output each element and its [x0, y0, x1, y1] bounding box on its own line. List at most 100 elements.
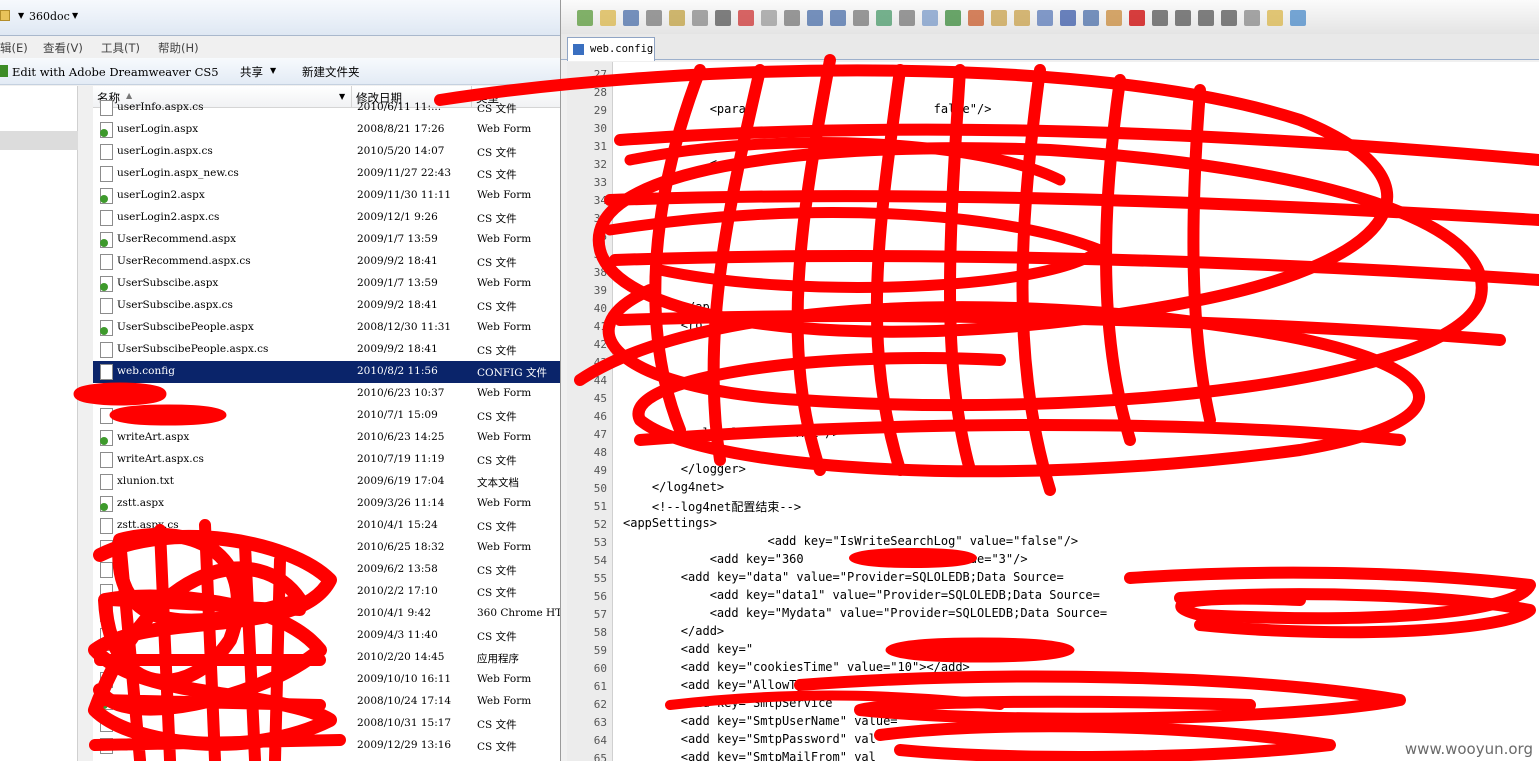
toolbar-button-icon[interactable]: [1198, 10, 1214, 26]
file-date: 2008/12/30 11:31: [357, 321, 452, 333]
toolbar-button-icon[interactable]: [784, 10, 800, 26]
table-row[interactable]: userLogin.aspx_new.cs 2009/11/27 22:43 CS …: [93, 163, 560, 185]
tab-web-config[interactable]: web.config: [567, 37, 655, 61]
table-row[interactable]: 2010/6/23 10:37 Web Form: [93, 383, 560, 405]
table-row[interactable]: userInfo.aspx.cs 2010/6/11 11:... CS 文件: [93, 97, 560, 119]
table-row[interactable]: userLogin.aspx 2008/8/21 17:26 Web Form: [93, 119, 560, 141]
toolbar-button-icon[interactable]: [623, 10, 639, 26]
file-icon: [100, 408, 113, 424]
table-row[interactable]: xlunion.txt 2009/6/19 17:04 文本文档: [93, 471, 560, 493]
toolbar-button-icon[interactable]: [577, 10, 593, 26]
code-line: </log4net>: [623, 480, 725, 494]
table-row[interactable]: 2009/12/29 13:16 CS 文件: [93, 735, 560, 757]
toolbar-button-icon[interactable]: [1129, 10, 1145, 26]
menu-edit[interactable]: 辑(E): [0, 40, 28, 56]
toolbar-button-icon[interactable]: [1083, 10, 1099, 26]
address-path[interactable]: 360doc: [29, 10, 70, 23]
table-row[interactable]: UserRecommend.aspx.cs 2009/9/2 18:41 CS 文件: [93, 251, 560, 273]
table-row[interactable]: writeArt.aspx.cs 2010/7/19 11:19 CS 文件: [93, 449, 560, 471]
table-row[interactable]: userLogin2.aspx.cs 2009/12/1 9:26 CS 文件: [93, 207, 560, 229]
chevron-down-icon[interactable]: ▼: [18, 11, 24, 20]
table-row[interactable]: 2008/10/24 17:14 Web Form: [93, 691, 560, 713]
code-view[interactable]: 27 28 29 30 31 32 33 34 35 36 37 38 39 40 41 42 43 44 45 46…: [567, 62, 1539, 761]
line-number: 34: [593, 194, 607, 207]
table-row[interactable]: zstt.aspx 2009/3/26 11:14 Web Form: [93, 493, 560, 515]
toolbar-button-icon[interactable]: [899, 10, 915, 26]
toolbar-button-icon[interactable]: [945, 10, 961, 26]
table-row[interactable]: 2009/4/3 11:40 CS 文件: [93, 625, 560, 647]
table-row[interactable]: 2010/6/25 18:32 Web Form: [93, 537, 560, 559]
file-name: UserRecommend.aspx.cs: [117, 255, 251, 267]
file-date: 2008/8/21 17:26: [357, 123, 445, 135]
toolbar-button-icon[interactable]: [600, 10, 616, 26]
pane-splitter[interactable]: [78, 86, 92, 761]
toolbar-button-icon[interactable]: [807, 10, 823, 26]
toolbar-button-icon[interactable]: [853, 10, 869, 26]
navigation-pane[interactable]: [0, 86, 92, 761]
table-row[interactable]: 2010/2/2 17:10 CS 文件: [93, 581, 560, 603]
toolbar-button-icon[interactable]: [922, 10, 938, 26]
address-bar[interactable]: ▼ 360doc ▼: [0, 0, 560, 36]
line-number: 54: [593, 554, 607, 567]
toolbar-button-icon[interactable]: [1175, 10, 1191, 26]
table-row[interactable]: userLogin.aspx.cs 2010/5/20 14:07 CS 文件: [93, 141, 560, 163]
table-row[interactable]: UserRecommend.aspx 2009/1/7 13:59 Web Form: [93, 229, 560, 251]
table-row[interactable]: UserSubscibePeople.aspx.cs 2009/9/2 18:41…: [93, 339, 560, 361]
table-row[interactable]: 2009/10/10 16:11 Web Form: [93, 669, 560, 691]
toolbar-button-icon[interactable]: [876, 10, 892, 26]
toolbar-button-icon[interactable]: [738, 10, 754, 26]
toolbar-button-icon[interactable]: [991, 10, 1007, 26]
line-number: 60: [593, 662, 607, 675]
menu-view[interactable]: 查看(V): [43, 40, 83, 56]
toolbar-button-icon[interactable]: [715, 10, 731, 26]
chevron-down-icon[interactable]: ▼: [72, 11, 78, 20]
file-name: web.config: [117, 365, 175, 377]
table-row[interactable]: 2010/4/1 9:42 360 Chrome HT: [93, 603, 560, 625]
file-icon: [100, 364, 113, 380]
line-number: 29: [593, 104, 607, 117]
chevron-down-icon[interactable]: ▼: [270, 66, 276, 75]
table-row[interactable]: UserSubscibe.aspx 2009/1/7 13:59 Web Form: [93, 273, 560, 295]
table-row[interactable]: zstt.aspx.cs 2010/4/1 15:24 CS 文件: [93, 515, 560, 537]
toolbar-button-icon[interactable]: [692, 10, 708, 26]
share-button[interactable]: 共享: [240, 64, 263, 80]
new-folder-button[interactable]: 新建文件夹: [302, 64, 360, 80]
toolbar-button-icon[interactable]: [1290, 10, 1306, 26]
toolbar-button-icon[interactable]: [1106, 10, 1122, 26]
line-number: 43: [593, 356, 607, 369]
file-date: 2010/4/1 9:42: [357, 607, 432, 619]
file-icon: [100, 650, 113, 666]
table-row[interactable]: userLogin2.aspx 2009/11/30 11:11 Web Form: [93, 185, 560, 207]
toolbar-button-icon[interactable]: [1152, 10, 1168, 26]
toolbar-button-icon[interactable]: [1267, 10, 1283, 26]
toolbar-button-icon[interactable]: [830, 10, 846, 26]
table-row[interactable]: UserSubscibe.aspx.cs 2009/9/2 18:41 CS 文件: [93, 295, 560, 317]
toolbar-button-icon[interactable]: [1221, 10, 1237, 26]
table-row[interactable]: 2008/10/31 15:17 CS 文件: [93, 713, 560, 735]
toolbar-button-icon[interactable]: [646, 10, 662, 26]
table-row[interactable]: web.config 2010/8/2 11:56 CONFIG 文件: [93, 361, 560, 383]
toolbar-button-icon[interactable]: [669, 10, 685, 26]
file-icon: [100, 540, 113, 556]
edit-with-dreamweaver-button[interactable]: Edit with Adobe Dreamweaver CS5: [12, 65, 219, 79]
table-row[interactable]: 2009/6/2 13:58 CS 文件: [93, 559, 560, 581]
file-icon: [100, 672, 113, 688]
file-icon: [100, 694, 113, 710]
file-type: CS 文件: [477, 257, 517, 269]
toolbar-button-icon[interactable]: [1014, 10, 1030, 26]
nav-selected-item[interactable]: [0, 131, 78, 150]
table-row[interactable]: 2010/7/1 15:09 CS 文件: [93, 405, 560, 427]
menu-tools[interactable]: 工具(T): [101, 40, 140, 56]
toolbar-button-icon[interactable]: [761, 10, 777, 26]
file-name: UserSubscibe.aspx: [117, 277, 219, 289]
toolbar-button-icon[interactable]: [1060, 10, 1076, 26]
file-date: 2008/10/24 17:14: [357, 695, 452, 707]
toolbar-button-icon[interactable]: [968, 10, 984, 26]
menu-help[interactable]: 帮助(H): [158, 40, 199, 56]
file-type: Web Form: [477, 673, 532, 685]
toolbar-button-icon[interactable]: [1244, 10, 1260, 26]
table-row[interactable]: writeArt.aspx 2010/6/23 14:25 Web Form: [93, 427, 560, 449]
toolbar-button-icon[interactable]: [1037, 10, 1053, 26]
table-row[interactable]: UserSubscibePeople.aspx 2008/12/30 11:31 W…: [93, 317, 560, 339]
table-row[interactable]: 2010/2/20 14:45 应用程序: [93, 647, 560, 669]
